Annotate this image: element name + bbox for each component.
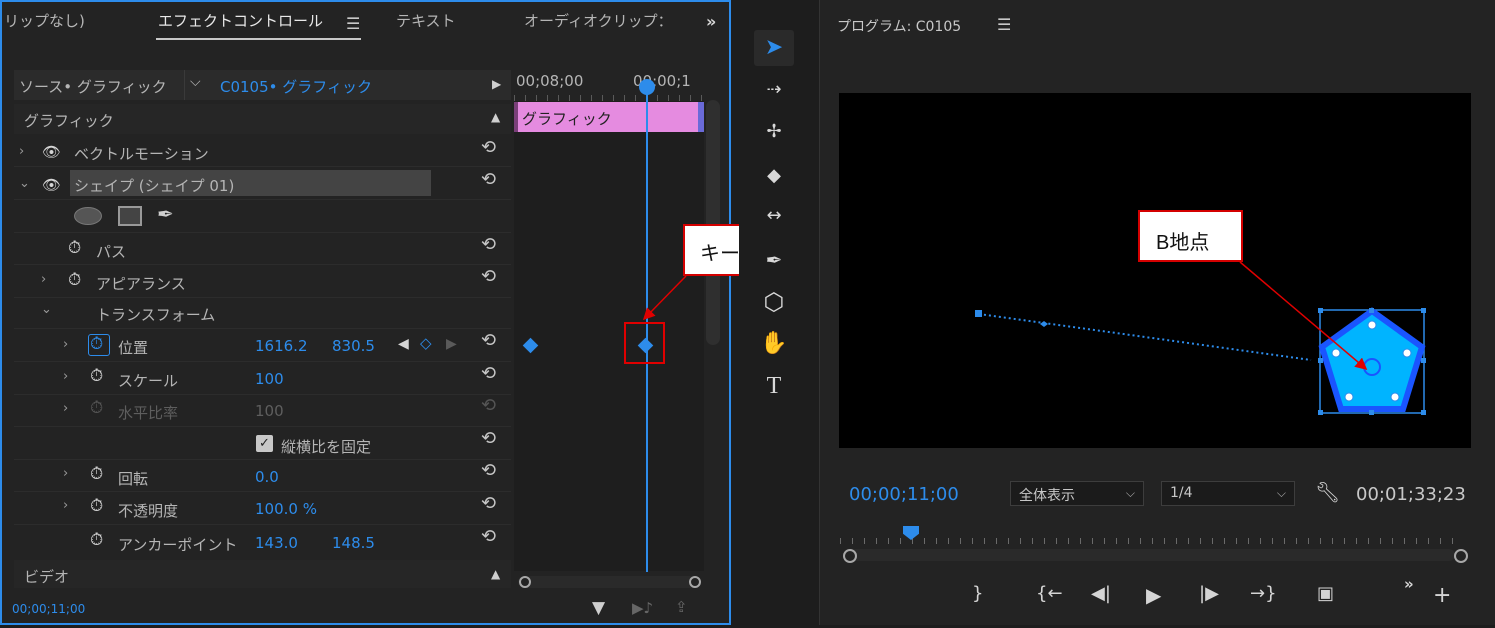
resolution-value: 1/4 bbox=[1170, 485, 1193, 501]
wrench-icon[interactable]: 🔧︎ bbox=[1315, 480, 1340, 504]
zoom-handle-left[interactable] bbox=[843, 549, 857, 563]
add-button-icon[interactable]: + bbox=[1433, 583, 1451, 608]
go-to-in-icon[interactable]: {← bbox=[1036, 583, 1063, 604]
resolution-dropdown[interactable]: 1/4 ⌵ bbox=[1161, 481, 1295, 506]
mark-out-icon[interactable]: } bbox=[972, 583, 983, 604]
go-to-out-icon[interactable]: →} bbox=[1250, 583, 1277, 604]
duration-timecode: 00;01;33;23 bbox=[1356, 484, 1466, 505]
step-forward-icon[interactable]: |▶ bbox=[1199, 583, 1219, 604]
fit-dropdown[interactable]: 全体表示 ⌵ bbox=[1010, 481, 1144, 506]
time-ruler[interactable] bbox=[840, 530, 1463, 544]
step-back-icon[interactable]: ◀| bbox=[1091, 583, 1111, 604]
zoom-handle-right[interactable] bbox=[1454, 549, 1468, 563]
monitor-zoom-bar[interactable] bbox=[849, 549, 1455, 561]
export-frame-icon[interactable]: ▣ bbox=[1317, 583, 1334, 604]
play-icon[interactable]: ▶ bbox=[1146, 583, 1161, 607]
overflow-icon[interactable]: » bbox=[1404, 575, 1414, 593]
chevron-down-icon: ⌵ bbox=[1125, 486, 1135, 500]
chevron-down-icon: ⌵ bbox=[1276, 486, 1286, 500]
playhead-timecode[interactable]: 00;00;11;00 bbox=[849, 484, 959, 505]
fit-value: 全体表示 bbox=[1019, 488, 1075, 504]
